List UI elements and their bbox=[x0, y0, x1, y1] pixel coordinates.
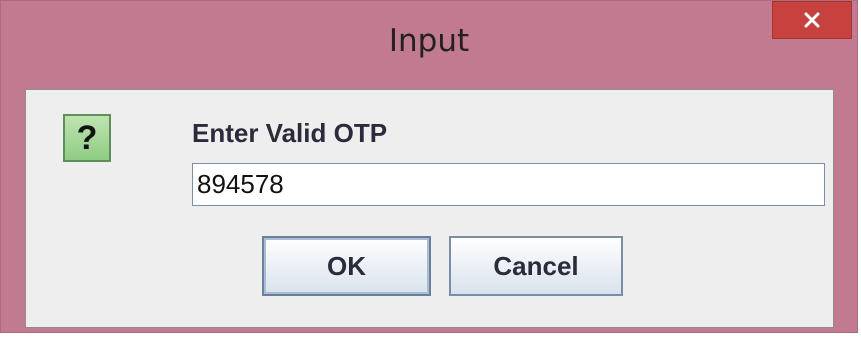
prompt-label: Enter Valid OTP bbox=[192, 118, 388, 148]
question-icon: ? bbox=[63, 114, 111, 162]
title-bar[interactable]: Input bbox=[1, 1, 857, 89]
input-dialog-window: Input ? Enter Valid OTP OK Cancel bbox=[0, 0, 858, 333]
dialog-content: ? Enter Valid OTP OK Cancel bbox=[25, 89, 834, 328]
close-icon bbox=[804, 12, 820, 28]
otp-input[interactable] bbox=[192, 163, 825, 206]
cancel-button[interactable]: Cancel bbox=[449, 236, 623, 296]
close-button[interactable] bbox=[772, 1, 852, 39]
window-title: Input bbox=[388, 23, 470, 59]
ok-button[interactable]: OK bbox=[262, 236, 431, 296]
